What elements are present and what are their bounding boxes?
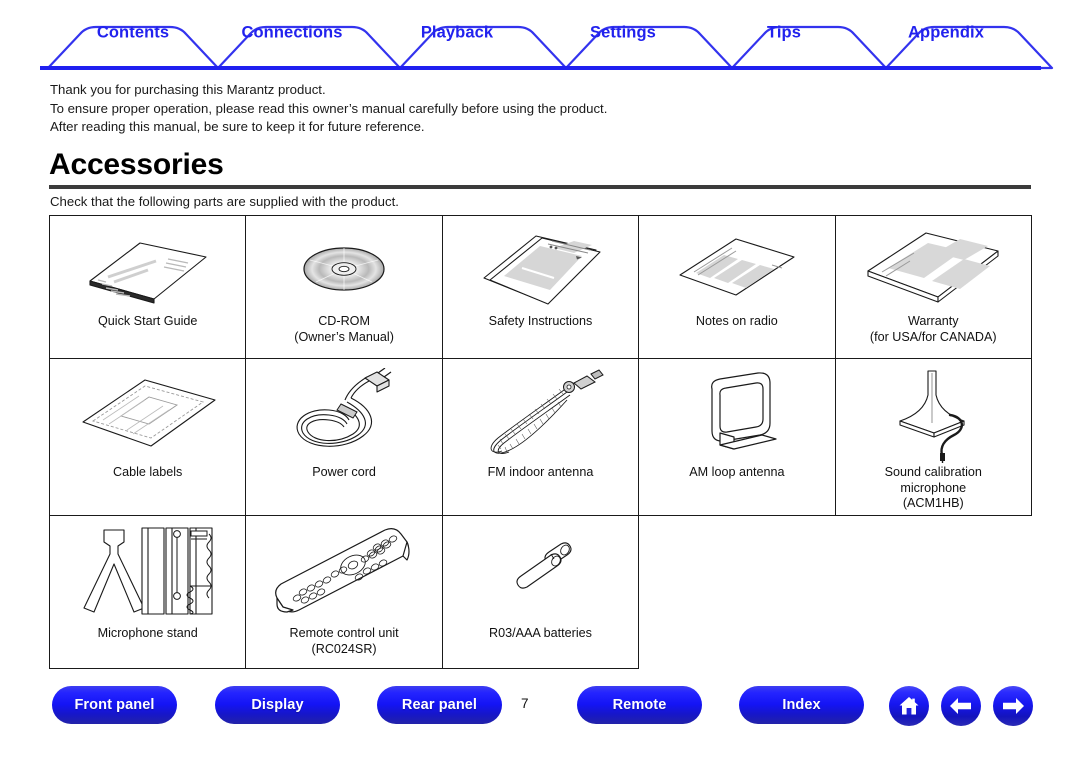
fm-antenna-icon	[443, 367, 638, 463]
cell-label: Remote control unit (RC024SR)	[289, 626, 399, 656]
microphone-stand-icon	[50, 524, 245, 624]
table-cell-calibration-microphone: Sound calibration microphone (ACM1HB)	[834, 358, 1032, 516]
calibration-microphone-icon	[836, 367, 1031, 463]
footer-button-index[interactable]: Index	[739, 686, 864, 724]
tab-appendix[interactable]: Appendix	[908, 24, 984, 43]
table-cell-cd-rom: CD-ROM (Owner’s Manual)	[245, 215, 443, 359]
intro-paragraph: Thank you for purchasing this Marantz pr…	[50, 81, 1010, 137]
cell-label: Safety Instructions	[488, 314, 593, 328]
cell-label: Cable labels	[113, 465, 183, 479]
table-row: Microphone stand Remote control unit (RC…	[48, 515, 1032, 669]
table-cell-am-loop-antenna: AM loop antenna	[638, 358, 836, 516]
tab-tips[interactable]: Tips	[767, 24, 801, 43]
leaflet-icon	[639, 226, 834, 312]
table-cell-microphone-stand: Microphone stand	[48, 515, 247, 669]
tab-settings[interactable]: Settings	[590, 24, 656, 43]
cell-label: Notes on radio	[695, 314, 778, 328]
intro-line-3: After reading this manual, be sure to ke…	[50, 119, 425, 135]
footer-button-rear-panel[interactable]: Rear panel	[377, 686, 502, 724]
table-cell-warranty: Warranty (for USA/for CANADA)	[834, 215, 1032, 359]
intro-line-1: Thank you for purchasing this Marantz pr…	[50, 82, 326, 97]
cell-label: Warranty (for USA/for CANADA)	[869, 314, 997, 344]
cell-label: Power cord	[312, 465, 376, 479]
tab-connections[interactable]: Connections	[241, 24, 342, 43]
cell-label: AM loop antenna	[689, 465, 785, 479]
table-row: Cable labels Power cord FM indoor antenn…	[48, 358, 1032, 516]
footer-navigation: Front panel Display Rear panel 7 Remote …	[0, 686, 1080, 761]
table-cell-quick-start-guide: Quick Start Guide	[48, 215, 247, 359]
am-loop-antenna-icon	[639, 367, 834, 463]
arrow-right-icon[interactable]	[993, 686, 1033, 726]
tab-contents[interactable]: Contents	[97, 24, 169, 43]
table-cell-empty	[638, 515, 836, 669]
table-cell-aaa-batteries: R03/AAA batteries	[441, 515, 640, 669]
remote-control-icon	[246, 524, 441, 624]
cell-label: FM indoor antenna	[487, 465, 594, 479]
arrow-left-icon[interactable]	[941, 686, 981, 726]
tab-playback[interactable]: Playback	[421, 24, 493, 43]
cell-label: CD-ROM (Owner’s Manual)	[294, 314, 394, 344]
table-cell-power-cord: Power cord	[245, 358, 443, 516]
cell-label: Sound calibration microphone (ACM1HB)	[884, 465, 982, 511]
title-divider	[49, 185, 1031, 189]
label-sheet-icon	[50, 367, 245, 463]
subtitle-text: Check that the following parts are suppl…	[50, 194, 399, 209]
tab-bar: Contents Connections Playback Settings T…	[0, 0, 1080, 70]
warranty-booklet-icon	[836, 226, 1031, 312]
table-cell-cable-labels: Cable labels	[48, 358, 247, 516]
page-title: Accessories	[49, 148, 224, 181]
cell-label: R03/AAA batteries	[489, 626, 592, 640]
intro-line-2: To ensure proper operation, please read …	[50, 100, 608, 116]
table-cell-empty	[835, 515, 1032, 669]
booklet-icon	[50, 226, 245, 312]
cell-label: Quick Start Guide	[97, 314, 198, 328]
footer-button-remote[interactable]: Remote	[577, 686, 702, 724]
cell-label: Microphone stand	[97, 626, 198, 640]
page-number: 7	[521, 696, 529, 711]
home-icon[interactable]	[889, 686, 929, 726]
cd-disc-icon	[246, 226, 441, 312]
table-row: Quick Start Guide CD-ROM (Owner’s Manual…	[48, 215, 1032, 359]
power-cord-icon	[246, 367, 441, 463]
table-cell-notes-on-radio: Notes on radio	[638, 215, 836, 359]
footer-button-front-panel[interactable]: Front panel	[52, 686, 177, 724]
footer-button-display[interactable]: Display	[215, 686, 340, 724]
aaa-batteries-icon	[443, 524, 638, 624]
table-cell-remote-control: Remote control unit (RC024SR)	[245, 515, 443, 669]
document-stack-icon	[443, 226, 638, 312]
accessories-table: Quick Start Guide CD-ROM (Owner’s Manual…	[48, 215, 1032, 669]
table-cell-safety-instructions: Safety Instructions	[441, 215, 640, 359]
table-cell-fm-antenna: FM indoor antenna	[441, 358, 640, 516]
